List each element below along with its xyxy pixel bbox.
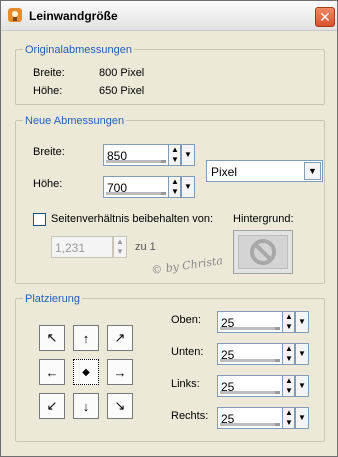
chevron-down-icon[interactable]: ▼ [304, 162, 321, 180]
spin-up-icon[interactable]: ▲ [284, 376, 294, 386]
arrow-up-icon[interactable]: ↑ [73, 325, 99, 351]
new-width-dropdown-icon[interactable]: ▼ [181, 144, 195, 166]
bottom-spinner[interactable]: 25 ▲ ▼ ▼ [217, 343, 309, 365]
placement-title: Platzierung [23, 293, 83, 305]
new-height-label: Höhe: [33, 178, 63, 190]
spin-up-icon[interactable]: ▲ [170, 145, 180, 155]
spin-down-icon[interactable]: ▼ [284, 418, 294, 428]
spin-down-icon[interactable]: ▼ [284, 354, 294, 364]
original-height-label: Höhe: [33, 85, 63, 97]
original-dimensions-title: Originalabmessungen [23, 44, 135, 56]
spin-down-icon[interactable]: ▼ [284, 386, 294, 396]
new-dimensions-title: Neue Abmessungen [23, 115, 127, 127]
left-spin-arrows[interactable]: ▲ ▼ [283, 375, 295, 397]
new-height-input[interactable]: 700 [103, 176, 169, 198]
spin-up-icon[interactable]: ▲ [284, 344, 294, 354]
left-spinner[interactable]: 25 ▲ ▼ ▼ [217, 375, 309, 397]
original-width-value: 800 Pixel [99, 67, 145, 79]
bottom-dropdown-icon[interactable]: ▼ [295, 343, 309, 365]
left-label: Links: [171, 378, 200, 390]
top-dropdown-icon[interactable]: ▼ [295, 311, 309, 333]
original-height-value: 650 Pixel [99, 85, 145, 97]
top-spin-arrows[interactable]: ▲ ▼ [283, 311, 295, 333]
title-bar: Leinwandgröße ✕ [1, 1, 337, 31]
close-button[interactable]: ✕ [315, 7, 335, 27]
bottom-label: Unten: [171, 346, 204, 358]
right-spinner[interactable]: 25 ▲ ▼ ▼ [217, 407, 309, 429]
right-input[interactable]: 25 [217, 407, 283, 429]
new-width-input[interactable]: 850 [103, 144, 169, 166]
bottom-spin-arrows[interactable]: ▲ ▼ [283, 343, 295, 365]
arrow-down-right-icon[interactable]: ↘ [107, 393, 133, 419]
new-height-spinner[interactable]: 700 ▲ ▼ ▼ [103, 176, 195, 198]
unit-value: Pixel [211, 165, 238, 179]
left-dropdown-icon[interactable]: ▼ [295, 375, 309, 397]
arrow-right-icon[interactable]: → [107, 359, 133, 385]
arrow-down-icon[interactable]: ↓ [73, 393, 99, 419]
original-width-label: Breite: [33, 67, 65, 79]
right-dropdown-icon[interactable]: ▼ [295, 407, 309, 429]
spin-up-icon[interactable]: ▲ [284, 312, 294, 322]
spin-up-icon[interactable]: ▲ [284, 408, 294, 418]
no-color-icon [250, 239, 276, 265]
ratio-spin-arrows: ▲ ▼ [113, 236, 127, 258]
center-dot-icon[interactable]: ◆ [73, 359, 99, 385]
right-label: Rechts: [171, 410, 209, 422]
keep-ratio-label[interactable]: Seitenverhältnis beibehalten von: [51, 213, 213, 225]
spin-down-icon[interactable]: ▼ [284, 322, 294, 332]
top-label: Oben: [171, 314, 201, 326]
spin-down-icon[interactable]: ▼ [170, 155, 180, 165]
bottom-input[interactable]: 25 [217, 343, 283, 365]
arrow-up-left-icon[interactable]: ↖ [39, 325, 65, 351]
top-input[interactable]: 25 [217, 311, 283, 333]
app-icon [8, 8, 22, 22]
background-color-swatch[interactable] [233, 230, 293, 274]
ratio-suffix: zu 1 [135, 241, 156, 253]
spin-up-icon[interactable]: ▲ [170, 177, 180, 187]
ratio-input: 1,231 [51, 236, 113, 258]
new-height-spin-arrows[interactable]: ▲ ▼ [169, 176, 181, 198]
keep-ratio-checkbox[interactable] [33, 213, 46, 226]
new-height-dropdown-icon[interactable]: ▼ [181, 176, 195, 198]
top-spinner[interactable]: 25 ▲ ▼ ▼ [217, 311, 309, 333]
left-input[interactable]: 25 [217, 375, 283, 397]
unit-select[interactable]: Pixel ▼ [206, 160, 323, 182]
new-width-spinner[interactable]: 850 ▲ ▼ ▼ [103, 144, 195, 166]
new-width-label: Breite: [33, 146, 65, 158]
arrow-up-right-icon[interactable]: ↗ [107, 325, 133, 351]
right-spin-arrows[interactable]: ▲ ▼ [283, 407, 295, 429]
arrow-down-left-icon[interactable]: ↙ [39, 393, 65, 419]
new-width-spin-arrows[interactable]: ▲ ▼ [169, 144, 181, 166]
arrow-left-icon[interactable]: ← [39, 359, 65, 385]
window-title: Leinwandgröße [29, 9, 118, 23]
background-label: Hintergrund: [233, 213, 294, 225]
canvas-size-dialog: Leinwandgröße ✕ Originalabmessungen Brei… [0, 0, 338, 457]
spin-down-icon[interactable]: ▼ [170, 187, 180, 197]
